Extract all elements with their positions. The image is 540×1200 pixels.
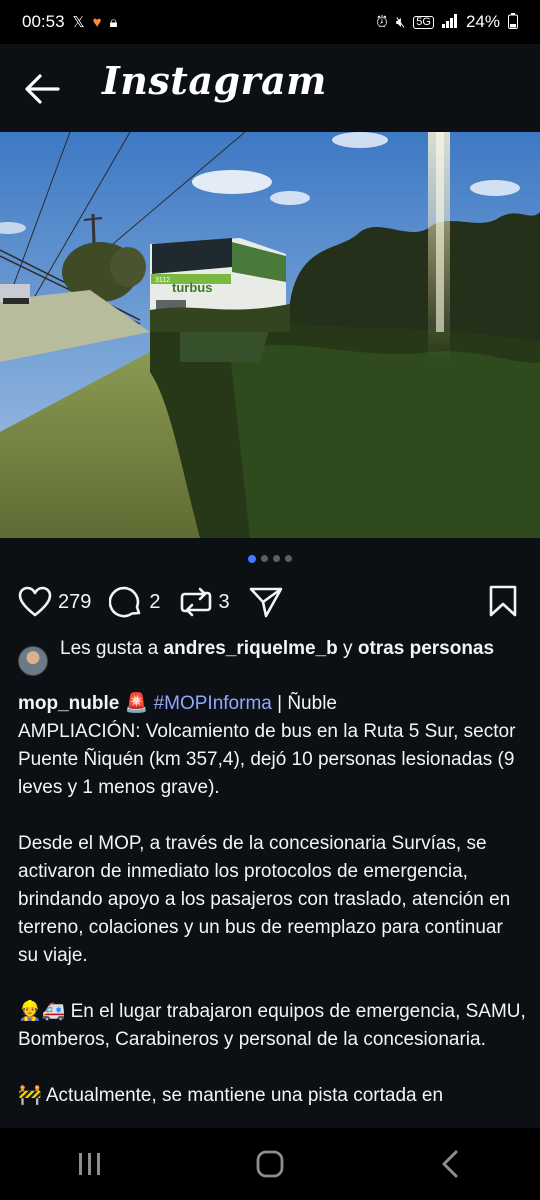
back-nav-button[interactable] xyxy=(420,1144,480,1184)
carousel-dot-4 xyxy=(285,555,292,562)
post-photo[interactable]: turbus 3112 xyxy=(0,132,540,538)
comment-button[interactable]: 2 xyxy=(109,585,161,619)
save-button[interactable] xyxy=(488,584,518,623)
x-icon: 𝕏 xyxy=(72,13,85,31)
arrow-left-icon xyxy=(25,74,60,104)
send-icon xyxy=(249,587,282,618)
signal-icon xyxy=(441,13,458,31)
bookmark-icon xyxy=(489,585,517,617)
carousel-indicator xyxy=(0,554,540,563)
caption-paragraph-1: AMPLIACIÓN: Volcamiento de bus en la Rut… xyxy=(18,721,521,798)
post-actions: 279 2 3 xyxy=(18,580,522,624)
caption-region: | Ñuble xyxy=(271,693,337,714)
bus-number: 3112 xyxy=(155,277,170,284)
caption-paragraph-4: 🚧 Actualmente, se mantiene una pista cor… xyxy=(18,1085,444,1106)
post-caption: mop_nuble 🚨 #MOPInforma | Ñuble AMPLIACI… xyxy=(18,690,528,1110)
system-nav-bar xyxy=(0,1128,540,1200)
like-button[interactable]: 279 xyxy=(18,586,91,618)
share-button[interactable] xyxy=(248,585,284,619)
liked-by-connector: y xyxy=(337,638,358,659)
carousel-dot-3 xyxy=(273,555,280,562)
bus: turbus 3112 xyxy=(150,238,290,332)
liked-by-others[interactable]: otras personas xyxy=(358,638,494,659)
heart-icon xyxy=(18,586,52,617)
siren-icon: 🚨 xyxy=(124,693,149,714)
5g-icon: 5G xyxy=(413,15,434,29)
repost-count: 3 xyxy=(218,590,230,613)
liked-by-user[interactable]: andres_riquelme_b xyxy=(164,638,338,659)
mute-icon: 🔇︎ xyxy=(395,13,406,31)
like-count: 279 xyxy=(58,590,92,613)
carousel-dot-1 xyxy=(248,554,256,563)
lock-icon: 🔒︎ xyxy=(109,13,118,31)
status-left: 00:53 𝕏 ♥ 🔒︎ xyxy=(22,12,118,32)
caption-hashtag[interactable]: #MOPInforma xyxy=(154,693,272,714)
battery-icon xyxy=(508,12,518,32)
bus-logo-text: turbus xyxy=(172,280,212,295)
status-right: ⏰︎ 🔇︎ 5G 24% xyxy=(376,12,518,32)
status-time: 00:53 xyxy=(22,12,65,31)
home-button[interactable] xyxy=(240,1144,300,1184)
comment-count: 2 xyxy=(149,590,161,613)
chevron-left-icon xyxy=(442,1150,458,1178)
carousel-dot-2 xyxy=(261,555,268,562)
repost-icon xyxy=(180,587,211,617)
alarm-icon: ⏰︎ xyxy=(376,13,388,31)
recent-apps-button[interactable] xyxy=(60,1144,120,1184)
caption-username[interactable]: mop_nuble xyxy=(18,693,119,714)
app-header: Instagram xyxy=(0,44,540,132)
liked-by[interactable]: Les gusta a andres_riquelme_b y otras pe… xyxy=(18,636,518,676)
caption-paragraph-2: Desde el MOP, a través de la concesionar… xyxy=(18,833,516,966)
comment-icon xyxy=(109,586,141,618)
battery-percent: 24% xyxy=(465,12,500,31)
home-icon xyxy=(256,1150,284,1178)
app-title: Instagram xyxy=(102,58,327,103)
heart-broken-icon: ♥ xyxy=(92,13,102,31)
liked-by-prefix: Les gusta a xyxy=(60,638,164,659)
back-button[interactable] xyxy=(22,72,62,106)
repost-button[interactable]: 3 xyxy=(179,585,230,619)
status-bar: 00:53 𝕏 ♥ 🔒︎ ⏰︎ 🔇︎ 5G 24% xyxy=(0,0,540,44)
liked-by-text: Les gusta a andres_riquelme_b y otras pe… xyxy=(60,636,494,676)
caption-paragraph-3: 👷🚑 En el lugar trabajaron equipos de eme… xyxy=(18,1001,526,1050)
recents-icon xyxy=(79,1153,100,1175)
avatar xyxy=(18,646,48,676)
